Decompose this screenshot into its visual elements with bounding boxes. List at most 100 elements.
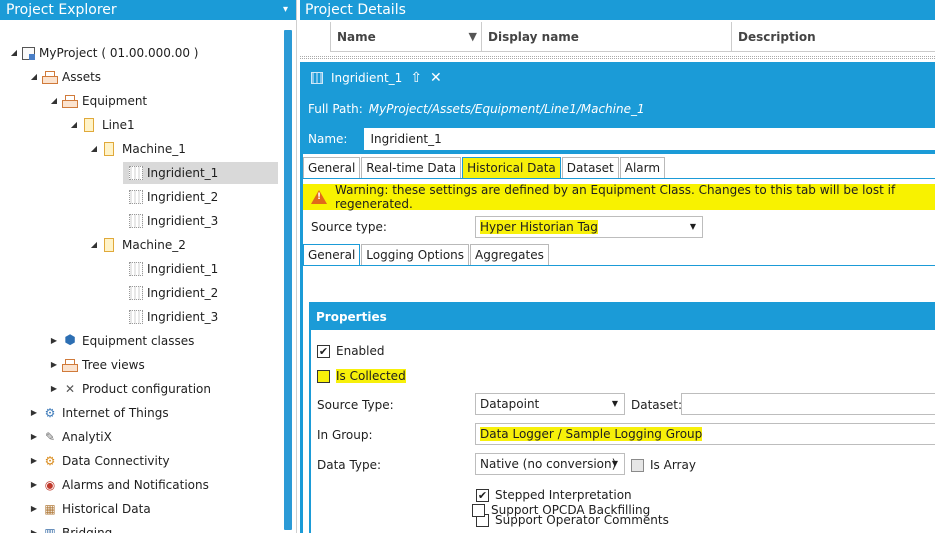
expand-icon[interactable]: ▶ [28,474,40,496]
dataset-label: Dataset: [631,398,683,412]
explorer-scrollbar[interactable] [284,30,292,530]
source-type-label: Source type: [311,220,387,234]
tree-node-line1[interactable]: ◢ Line1 [68,114,135,136]
expand-icon[interactable]: ▶ [28,498,40,520]
tree-node-label: MyProject ( 01.00.000.00 ) [39,46,199,60]
project-explorer-title: Project Explorer [6,2,117,18]
expand-icon[interactable]: ▶ [28,522,40,533]
collapse-icon[interactable]: ◢ [68,114,80,136]
tree-node-ingredient-2[interactable]: Ingridient_2 [127,186,218,208]
source-type-row: Source type: Hyper Historian Tag ▼ [303,210,935,244]
tree-node-analytix[interactable]: ▶ ✎ AnalytiX [28,426,112,448]
expand-icon[interactable]: ▶ [28,402,40,424]
splitter[interactable] [300,56,935,59]
tree-node-equipment[interactable]: ◢ Equipment [48,90,147,112]
alarm-icon: ◉ [44,478,56,492]
warning-icon: ! [311,190,327,204]
close-icon[interactable]: ✕ [430,70,442,86]
properties-header: Properties [311,304,935,330]
enabled-checkbox[interactable]: ✔ [317,344,330,358]
machine-icon [104,142,114,156]
column-header-description[interactable]: Description [731,22,935,51]
tree-node-label: Alarms and Notifications [62,478,209,492]
filter-icon[interactable]: ▼ [469,22,477,52]
expand-icon[interactable]: ▶ [28,450,40,472]
project-details-pane: Project Details Name ▼ Display name Desc… [300,0,935,533]
tree-node-ingredient-1-selected[interactable]: Ingridient_1 [123,162,278,184]
stepped-checkbox[interactable]: ✔ [476,488,489,502]
tree-node-label: Ingridient_2 [147,190,219,204]
tree-node-machine-2[interactable]: ◢ Machine_2 [88,234,186,256]
tree-node-alarms[interactable]: ▶ ◉ Alarms and Notifications [28,474,209,496]
sub-tabs: General Logging Options Aggregates [303,244,935,266]
tab-dataset[interactable]: Dataset [561,157,619,178]
column-header-display-name[interactable]: Display name [481,22,731,51]
enabled-label: Enabled [336,344,385,358]
full-path-row: Full Path: MyProject/Assets/Equipment/Lin… [303,94,935,124]
data-type-value: Native (no conversion) [480,457,617,471]
in-group-input[interactable]: Data Logger / Sample Logging Group [475,423,935,445]
collapse-icon[interactable]: ◢ [48,90,60,112]
data-type-label: Data Type: [317,458,382,472]
tree-node-label: Tree views [82,358,145,372]
collapse-icon[interactable]: ◢ [8,42,20,64]
name-input[interactable]: Ingridient_1 [364,128,935,150]
is-collected-checkbox[interactable] [317,369,330,383]
tree-node-internet-of-things[interactable]: ▶ ⚙ Internet of Things [28,402,169,424]
tree-node-myproject[interactable]: ◢ MyProject ( 01.00.000.00 ) [8,42,199,64]
tree-node-ingredient-3[interactable]: Ingridient_3 [127,210,218,232]
equipment-classes-icon: ⬢ [64,333,76,348]
tree-node-ingredient-2[interactable]: Ingridient_2 [127,282,218,304]
tree-node-label: Ingridient_3 [147,214,219,228]
subtab-logging-options[interactable]: Logging Options [361,244,470,265]
historical-icon: ▦ [44,502,56,516]
tree-node-label: Machine_2 [122,238,186,252]
expand-icon[interactable]: ▶ [28,426,40,448]
collapse-icon[interactable]: ◢ [28,66,40,88]
document-tab[interactable]: Ingridient_1 ⇧ ✕ [303,62,449,94]
opcda-backfilling-row: Support OPCDA Backfilling [472,503,650,517]
tree-node-bridging[interactable]: ▶ ▥ Bridging [28,522,112,533]
tree-node-tree-views[interactable]: ▶ Tree views [48,354,145,376]
tree-node-product-configuration[interactable]: ▶ ✕ Product configuration [48,378,211,400]
data-type-select[interactable]: Native (no conversion) ▼ [475,453,625,475]
tree-node-equipment-classes[interactable]: ▶ ⬢ Equipment classes [48,330,194,352]
subtab-general[interactable]: General [303,244,361,265]
is-array-checkbox[interactable] [631,458,644,472]
project-details-header: Project Details [300,0,935,20]
collapse-icon[interactable]: ◢ [88,138,100,160]
collapse-icon[interactable]: ◢ [88,234,100,256]
tree-node-label: Internet of Things [62,406,169,420]
machine-icon [104,238,114,252]
expand-icon[interactable]: ▶ [48,354,60,376]
tab-general[interactable]: General [303,157,361,178]
tab-realtime-data[interactable]: Real-time Data [361,157,462,178]
tab-alarm[interactable]: Alarm [619,157,666,178]
tree-node-historical-data[interactable]: ▶ ▦ Historical Data [28,498,151,520]
pin-up-icon[interactable]: ⇧ [410,70,422,86]
column-description-label: Description [738,30,816,44]
tree-node-ingredient-3[interactable]: Ingridient_3 [127,306,218,328]
expand-icon[interactable]: ▶ [48,378,60,400]
warning-text: Warning: these settings are defined by a… [335,183,896,211]
tree-node-data-connectivity[interactable]: ▶ ⚙ Data Connectivity [28,450,170,472]
tree-node-ingredient-1[interactable]: Ingridient_1 [127,258,218,280]
column-header-name[interactable]: Name ▼ [330,22,481,51]
pin-icon[interactable]: ▾ [283,0,288,20]
full-path-value: MyProject/Assets/Equipment/Line1/Machine… [368,102,645,116]
opcda-backfilling-checkbox[interactable] [472,503,485,517]
tree-node-machine-1[interactable]: ◢ Machine_1 [88,138,186,160]
tree-node-label: Product configuration [82,382,211,396]
tools-icon: ✕ [64,382,76,396]
tab-historical-data[interactable]: Historical Data [462,157,561,178]
dataset-input[interactable] [681,393,935,415]
chevron-down-icon: ▼ [611,399,618,408]
expand-icon[interactable]: ▶ [48,330,60,352]
subtab-aggregates[interactable]: Aggregates [470,244,549,265]
ingredient-icon [129,310,143,324]
source-type-field-select[interactable]: Datapoint ▼ [475,393,625,415]
stepped-row: ✔ Stepped Interpretation [476,488,632,502]
tree-node-assets[interactable]: ◢ Assets [28,66,101,88]
source-type-select[interactable]: Hyper Historian Tag ▼ [475,216,703,238]
assets-icon [42,71,58,84]
